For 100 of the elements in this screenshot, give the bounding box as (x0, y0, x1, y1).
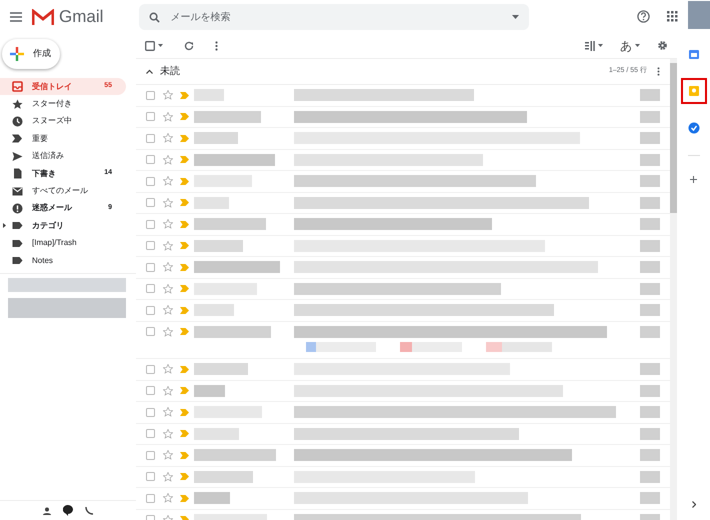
star-outline-icon[interactable] (163, 176, 173, 186)
menu-icon[interactable] (10, 12, 22, 22)
checkbox-icon[interactable] (146, 327, 155, 336)
star-outline-icon[interactable] (163, 284, 173, 294)
checkbox-icon[interactable] (146, 364, 155, 374)
highlight-frame[interactable] (680, 78, 706, 104)
settings-icon[interactable] (657, 40, 668, 51)
star-outline-icon[interactable] (163, 386, 173, 396)
sidebar-label: 迷惑メール (32, 202, 73, 214)
sidebar-item[interactable]: [Imap]/Trash (0, 234, 126, 252)
redacted-block (640, 132, 660, 144)
checkbox-icon[interactable] (146, 284, 155, 294)
checkbox-icon[interactable] (146, 241, 155, 250)
star-outline-icon[interactable] (163, 493, 173, 504)
important-marker-icon[interactable] (180, 113, 189, 120)
checkbox-icon[interactable] (146, 472, 155, 482)
important-marker-icon[interactable] (180, 242, 189, 250)
star-outline-icon[interactable] (163, 305, 173, 316)
checkbox-icon[interactable] (146, 220, 155, 229)
important-marker-icon[interactable] (180, 156, 189, 164)
checkbox-icon[interactable] (146, 176, 155, 186)
star-outline-icon[interactable] (163, 133, 173, 144)
sidebar-item[interactable]: Notes (0, 252, 126, 270)
star-outline-icon[interactable] (163, 240, 173, 251)
important-marker-icon[interactable] (180, 408, 189, 416)
sidebar-item[interactable]: スヌーズ中 (0, 112, 126, 130)
caret-icon[interactable] (512, 14, 520, 18)
important-marker-icon[interactable] (180, 92, 189, 99)
caret-icon[interactable] (635, 44, 640, 47)
file-icon (12, 168, 23, 180)
more-icon[interactable] (657, 67, 660, 76)
apps-grid-icon[interactable] (667, 11, 678, 22)
checkbox-icon[interactable] (146, 429, 155, 438)
app-name: Gmail (59, 6, 104, 28)
star-outline-icon[interactable] (163, 90, 173, 100)
important-marker-icon[interactable] (180, 199, 189, 206)
important-marker-icon[interactable] (180, 387, 189, 394)
clock-icon (12, 116, 23, 127)
star-outline-icon[interactable] (163, 364, 173, 374)
important-marker-icon[interactable] (180, 220, 189, 228)
important-marker-icon[interactable] (180, 366, 189, 373)
search-field[interactable]: メールを検索 (139, 4, 530, 30)
important-marker-icon[interactable] (180, 134, 189, 142)
more-icon[interactable] (215, 40, 218, 50)
important-marker-icon[interactable] (180, 178, 189, 185)
important-marker-icon[interactable] (180, 473, 189, 480)
refresh-icon[interactable] (184, 40, 194, 50)
star-outline-icon[interactable] (163, 326, 173, 337)
star-outline-icon[interactable] (163, 428, 173, 439)
checkbox-icon[interactable] (146, 450, 155, 460)
star-outline-icon[interactable] (163, 219, 173, 230)
help-icon[interactable] (637, 10, 650, 23)
phone-icon[interactable] (84, 506, 94, 515)
sidebar-label: [Imap]/Trash (32, 237, 78, 250)
important-marker-icon[interactable] (180, 494, 189, 502)
sidebar-item[interactable]: カテゴリ (0, 217, 126, 235)
checkbox-icon[interactable] (146, 306, 155, 315)
sidebar-item[interactable]: 送信済み (0, 148, 126, 165)
sidebar-item[interactable]: 重要 (0, 130, 126, 148)
chevron-right-icon[interactable] (692, 501, 696, 508)
star-outline-icon[interactable] (163, 450, 173, 460)
chat-bubble-icon[interactable] (62, 505, 72, 516)
caret-icon[interactable] (158, 44, 163, 47)
checkbox-icon[interactable] (146, 134, 155, 143)
important-marker-icon[interactable] (180, 306, 189, 314)
star-outline-icon[interactable] (163, 112, 173, 122)
important-marker-icon[interactable] (180, 430, 189, 438)
caret-icon[interactable] (598, 44, 603, 47)
checkbox-icon[interactable] (145, 40, 155, 50)
star-outline-icon[interactable] (163, 472, 173, 482)
checkbox-icon[interactable] (146, 90, 155, 100)
checkbox-icon[interactable] (146, 112, 155, 122)
important-marker-icon[interactable] (180, 328, 189, 336)
checkbox-icon[interactable] (146, 155, 155, 164)
checkbox-icon[interactable] (146, 262, 155, 272)
checkbox-icon[interactable] (146, 386, 155, 396)
input-tools-button[interactable]: あ (620, 36, 632, 54)
scrollbar-thumb[interactable] (670, 63, 677, 213)
compose-button[interactable]: 作成 (2, 39, 60, 69)
star-outline-icon[interactable] (163, 407, 173, 418)
sidebar-item[interactable]: スター付き (0, 95, 126, 113)
plus-icon[interactable] (690, 176, 697, 183)
check-circle-icon[interactable] (688, 122, 700, 134)
sidebar-label: 受信トレイ (32, 80, 73, 93)
split-pane-icon[interactable] (585, 40, 595, 50)
section-title: 未読 (160, 64, 180, 79)
important-marker-icon[interactable] (180, 264, 189, 271)
person-icon[interactable] (42, 506, 50, 514)
star-outline-icon[interactable] (163, 154, 173, 165)
star-outline-icon[interactable] (163, 198, 173, 208)
chevron-icon[interactable] (146, 69, 153, 74)
important-marker-icon[interactable] (180, 452, 189, 459)
calendar-icon[interactable] (688, 48, 700, 60)
checkbox-icon[interactable] (146, 198, 155, 208)
checkbox-icon[interactable] (146, 494, 155, 503)
important-marker-icon[interactable] (180, 285, 189, 292)
star-outline-icon[interactable] (163, 262, 173, 272)
checkbox-icon[interactable] (146, 408, 155, 417)
sidebar-item[interactable]: すべてのメール (0, 182, 126, 200)
expand-arrow-icon[interactable] (3, 223, 6, 228)
